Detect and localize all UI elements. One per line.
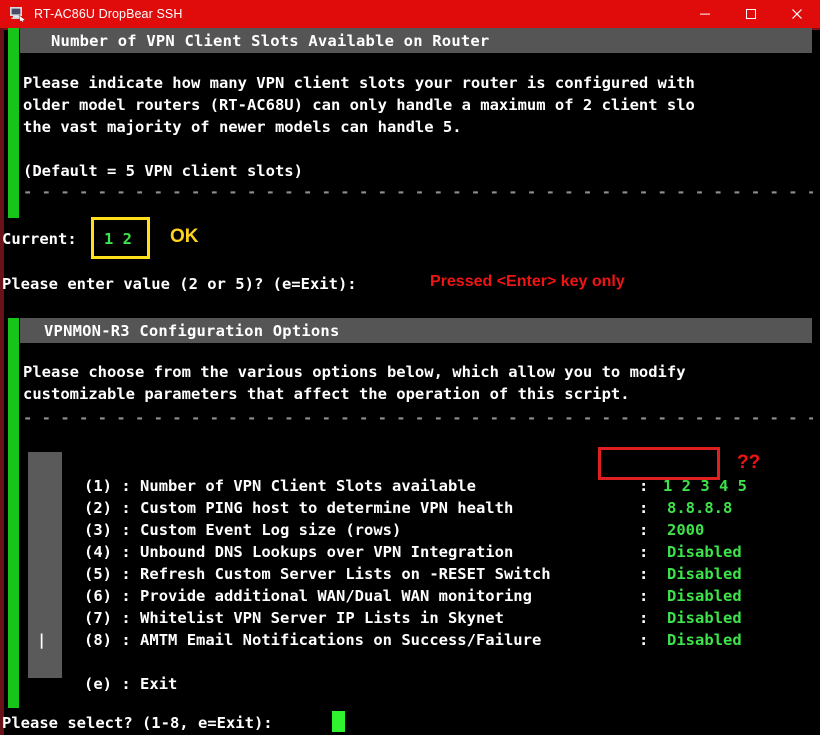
section-one-body-line-2: older model routers (RT-AC68U) can only … — [23, 96, 695, 114]
section-one-body-line-1: Please indicate how many VPN client slot… — [23, 74, 695, 92]
menu-item-8-label: AMTM Email Notifications on Success/Fail… — [140, 631, 542, 649]
terminal-viewport[interactable]: Number of VPN Client Slots Available on … — [0, 28, 820, 735]
ssh-terminal-icon — [10, 6, 26, 23]
window-titlebar[interactable]: RT-AC86U DropBear SSH — [0, 0, 820, 28]
pressed-enter-annotation: Pressed <Enter> key only — [430, 273, 625, 290]
terminal-cursor[interactable] — [332, 711, 345, 732]
ok-annotation: OK — [170, 226, 199, 247]
section-two-intro-line-2: customizable parameters that affect the … — [23, 385, 630, 403]
current-label: Current: — [2, 230, 77, 248]
section-one-body-line-3: the vast majority of newer models can ha… — [23, 118, 462, 136]
menu-item-8-value-group: : Disabled — [583, 607, 742, 673]
ssh-terminal-window: RT-AC86U DropBear SSH Number of VPN Clie… — [0, 0, 820, 735]
select-prompt: Please select? (1-8, e=Exit): — [2, 714, 273, 732]
enter-value-prompt: Please enter value (2 or 5)? (e=Exit): — [2, 275, 357, 293]
separator-dashed-mid: - - - - - - - - - - - - - - - - - - - - … — [23, 409, 813, 427]
window-frame-left — [0, 28, 4, 735]
menu-divider-pipe: | — [37, 631, 47, 649]
menu-item-8-value-sep: : — [639, 631, 649, 649]
section-one-default-note: (Default = 5 VPN client slots) — [23, 162, 303, 180]
menu-item-exit[interactable]: (e) : Exit — [28, 651, 177, 717]
window-title: RT-AC86U DropBear SSH — [34, 7, 183, 21]
section-one-header: Number of VPN Client Slots Available on … — [20, 28, 812, 53]
section-one-header-label: Number of VPN Client Slots Available on … — [51, 31, 490, 50]
minimize-icon[interactable] — [682, 0, 728, 28]
current-value: 1 2 — [104, 230, 132, 248]
menu-item-exit-key: (e) — [84, 675, 112, 693]
menu-item-exit-sep: : — [121, 675, 131, 693]
menu-item-8-key: (8) — [84, 631, 112, 649]
section-two-intro-line-1: Please choose from the various options b… — [23, 363, 686, 381]
menu-question-annotation: ?? — [737, 452, 761, 473]
menu-item-exit-label: Exit — [140, 675, 178, 693]
section-two-header: VPNMON-R3 Configuration Options — [20, 318, 812, 343]
menu-item-8-value: Disabled — [667, 631, 742, 649]
accent-bar-section-two — [8, 318, 19, 708]
separator-dashed-top: - - - - - - - - - - - - - - - - - - - - … — [23, 183, 813, 201]
menu-item-8-sep: : — [121, 631, 131, 649]
maximize-icon[interactable] — [728, 0, 774, 28]
close-icon[interactable] — [774, 0, 820, 28]
section-two-header-label: VPNMON-R3 Configuration Options — [44, 321, 340, 340]
accent-bar-section-one — [8, 28, 19, 218]
